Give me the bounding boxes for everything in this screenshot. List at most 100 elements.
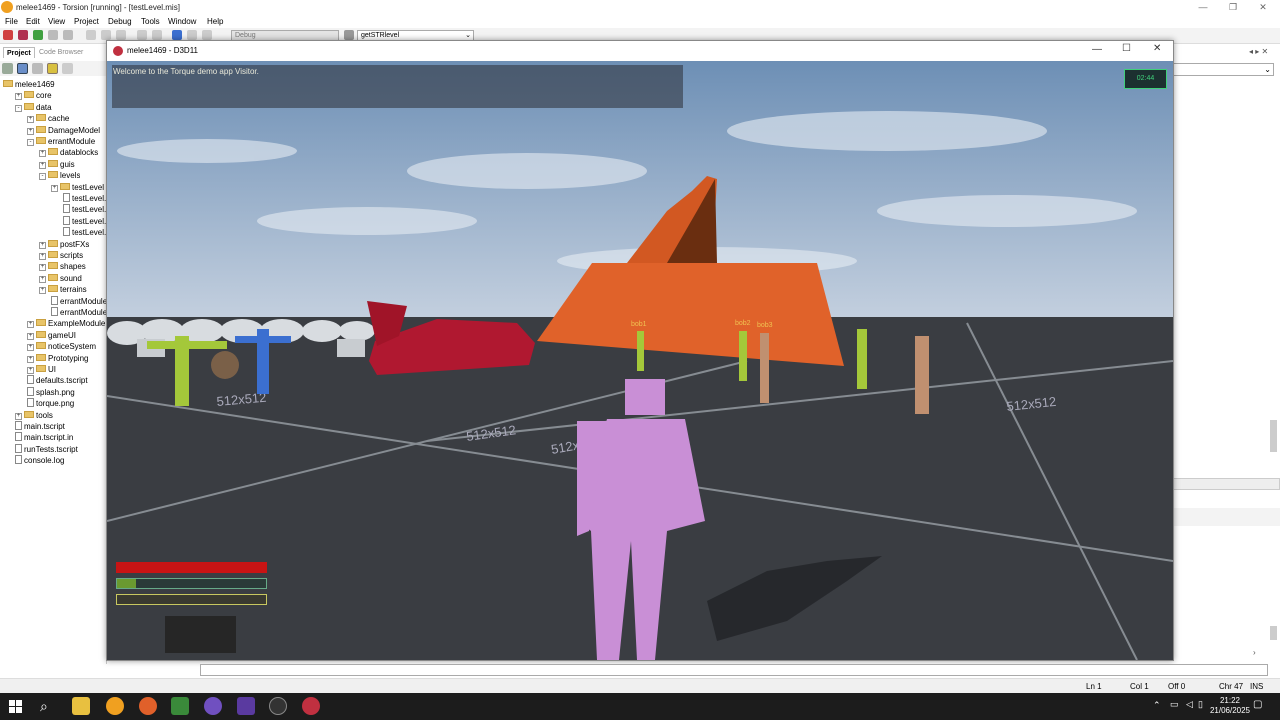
pencil-icon[interactable] xyxy=(2,63,13,74)
tree-file-item[interactable]: testLevel.a xyxy=(63,193,111,204)
panel-arrows-icon[interactable]: ◂ ▸ ✕ xyxy=(1249,47,1268,56)
menu-debug[interactable]: Debug xyxy=(108,17,132,26)
tree-file-item[interactable]: defaults.tscript xyxy=(27,375,88,386)
tree-file-item[interactable]: main.tscript xyxy=(15,421,65,432)
expand-icon[interactable]: + xyxy=(39,161,46,169)
open-project-icon[interactable] xyxy=(18,30,28,40)
tree-file-item[interactable]: errantModule. xyxy=(51,295,109,307)
game-viewport[interactable]: 512x512 512x512 512x512 512x512 bob1 bob… xyxy=(107,61,1173,660)
pause-icon[interactable] xyxy=(172,30,182,40)
close-icon[interactable]: ✕ xyxy=(1153,43,1161,54)
file-explorer-icon[interactable] xyxy=(72,697,90,715)
bottom-input-field[interactable] xyxy=(200,664,1268,676)
menu-view[interactable]: View xyxy=(48,17,65,26)
tree-folder-item[interactable]: + DamageModel xyxy=(27,125,100,136)
right-panel-dropdown[interactable]: ⌄ xyxy=(1173,63,1274,76)
save-icon[interactable] xyxy=(48,30,58,40)
tree-folder-item[interactable]: - levels xyxy=(39,170,80,181)
lower-scrollbar-thumb[interactable] xyxy=(1270,626,1277,640)
tree-folder-item[interactable]: + scripts xyxy=(39,250,83,261)
menu-tools[interactable]: Tools xyxy=(141,17,160,26)
collapse-icon[interactable]: - xyxy=(15,104,22,112)
find-icon[interactable] xyxy=(344,30,354,40)
menu-edit[interactable]: Edit xyxy=(26,17,40,26)
tree-folder-item[interactable]: + UI xyxy=(27,364,56,375)
erase-icon[interactable] xyxy=(32,63,43,74)
new-project-icon[interactable] xyxy=(3,30,13,40)
expand-icon[interactable]: + xyxy=(15,412,22,420)
tree-file-item[interactable]: splash.png xyxy=(27,386,75,398)
tree-file-item[interactable]: runTests.tscript xyxy=(15,443,78,455)
expand-icon[interactable]: + xyxy=(27,321,34,329)
expand-icon[interactable]: + xyxy=(27,116,34,124)
tree-folder-item[interactable]: + shapes xyxy=(39,261,86,272)
copy-icon[interactable] xyxy=(101,30,111,40)
torque-taskbar-icon[interactable] xyxy=(302,697,320,715)
step-icon[interactable] xyxy=(202,30,212,40)
refresh-icon[interactable] xyxy=(33,30,43,40)
brush-icon[interactable] xyxy=(17,63,28,74)
notepad-icon[interactable] xyxy=(171,697,189,715)
firefox-icon[interactable] xyxy=(139,697,157,715)
tree-folder-item[interactable]: + cache xyxy=(27,113,69,124)
menu-window[interactable]: Window xyxy=(168,17,196,26)
paste-icon[interactable] xyxy=(116,30,126,40)
right-hscrollbar[interactable] xyxy=(1173,478,1280,490)
stop-icon[interactable] xyxy=(187,30,197,40)
restore-icon[interactable]: ❐ xyxy=(1218,0,1248,15)
tree-folder-item[interactable]: melee1469 xyxy=(3,79,55,90)
tab-code-browser[interactable]: Code Browser xyxy=(36,47,86,58)
tree-folder-item[interactable]: + tools xyxy=(15,410,53,421)
menu-file[interactable]: File xyxy=(5,17,18,26)
battery-icon[interactable]: ▯ xyxy=(1198,699,1203,710)
close-icon[interactable]: ✕ xyxy=(1248,0,1278,15)
expand-icon[interactable]: + xyxy=(27,332,34,340)
tree-folder-item[interactable]: + ExampleModule xyxy=(27,318,105,329)
tree-folder-item[interactable]: - data xyxy=(15,102,52,113)
app-icon[interactable] xyxy=(204,697,222,715)
tree-folder-item[interactable]: + noticeSystem xyxy=(27,341,96,352)
expand-icon[interactable]: + xyxy=(51,184,58,192)
collapse-icon[interactable]: - xyxy=(27,139,34,146)
expand-icon[interactable]: + xyxy=(27,127,34,135)
expand-icon[interactable]: + xyxy=(39,241,46,249)
maximize-icon[interactable]: ☐ xyxy=(1122,43,1131,54)
menu-help[interactable]: Help xyxy=(207,17,223,26)
windows-start-icon[interactable] xyxy=(9,700,22,713)
tree-file-item[interactable]: testLevel.p xyxy=(63,227,111,238)
save-all-icon[interactable] xyxy=(63,30,73,40)
expand-icon[interactable]: + xyxy=(39,253,46,260)
tab-project[interactable]: Project xyxy=(3,47,35,58)
tree-folder-item[interactable]: + terrains xyxy=(39,284,87,295)
network-icon[interactable]: ▭ xyxy=(1170,699,1179,710)
tree-folder-item[interactable]: + testLevel xyxy=(51,182,104,193)
notification-icon[interactable]: ▢ xyxy=(1253,699,1262,710)
torsion-taskbar-icon[interactable] xyxy=(106,697,124,715)
tree-file-item[interactable]: errantModule. xyxy=(51,307,109,318)
folder-view-icon[interactable] xyxy=(47,63,58,74)
tree-folder-item[interactable]: + postFXs xyxy=(39,239,89,250)
menu-project[interactable]: Project xyxy=(74,17,99,26)
obs-icon[interactable] xyxy=(269,697,287,715)
discord-icon[interactable] xyxy=(237,697,255,715)
expand-icon[interactable]: + xyxy=(39,150,46,158)
tree-folder-item[interactable]: + datablocks xyxy=(39,147,98,158)
cut-icon[interactable] xyxy=(86,30,96,40)
tree-folder-item[interactable]: + gameUI xyxy=(27,330,76,341)
tree-file-item[interactable]: console.log xyxy=(15,455,64,466)
tree-folder-item[interactable]: + guis xyxy=(39,159,75,170)
right-scrollbar-thumb[interactable] xyxy=(1270,420,1277,452)
expand-icon[interactable]: + xyxy=(27,367,34,374)
minimize-icon[interactable]: — xyxy=(1092,44,1102,55)
tree-folder-item[interactable]: + core xyxy=(15,90,52,101)
taskbar-clock[interactable]: 21:22 21/06/2025 xyxy=(1210,696,1250,716)
expand-icon[interactable]: + xyxy=(27,355,34,363)
redo-icon[interactable] xyxy=(152,30,162,40)
sync-icon[interactable] xyxy=(62,63,73,74)
game-window[interactable]: melee1469 - D3D11 — ☐ ✕ 512x512 512x512 … xyxy=(106,40,1174,661)
volume-icon[interactable]: ◁ xyxy=(1186,699,1193,710)
scroll-right-icon[interactable]: › xyxy=(1253,648,1256,657)
collapse-icon[interactable]: - xyxy=(39,173,46,181)
tree-folder-item[interactable]: - errantModule xyxy=(27,136,95,147)
expand-icon[interactable]: + xyxy=(39,264,46,272)
